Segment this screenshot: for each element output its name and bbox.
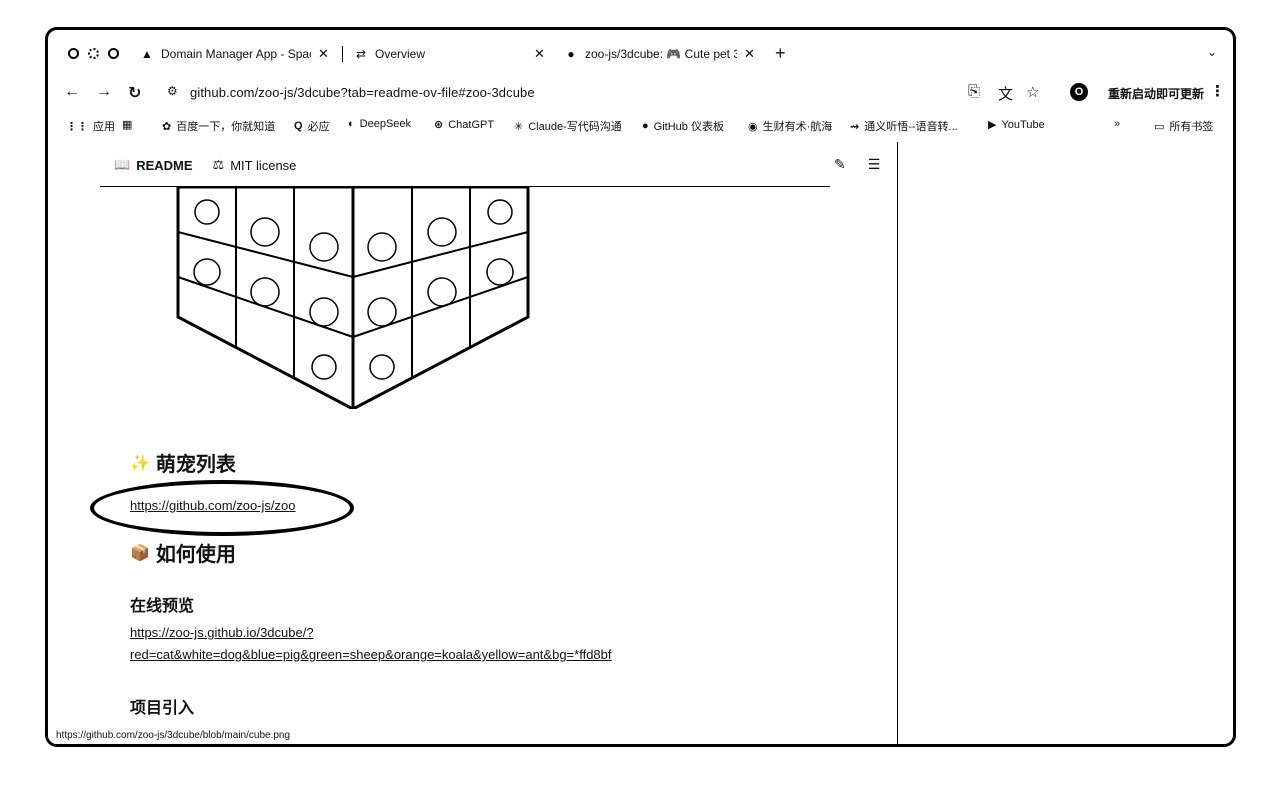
- tab-title: zoo-js/3dcube: 🎮 Cute pet 3: [585, 47, 737, 61]
- forward-button[interactable]: →: [96, 83, 112, 101]
- grid-icon: ▦: [122, 119, 133, 131]
- tab-3dcube[interactable]: ● zoo-js/3dcube: 🎮 Cute pet 3 ✕: [564, 41, 759, 67]
- tingwu-icon: ⇝: [850, 120, 860, 133]
- tab-domain-manager[interactable]: ▲ Domain Manager App - Space ✕: [140, 41, 330, 67]
- cube-illustration[interactable]: [172, 187, 532, 409]
- package-icon: 📦: [130, 544, 150, 562]
- tab-search-chevron-icon[interactable]: ⌄: [1207, 45, 1217, 59]
- minimize-window-button[interactable]: [88, 48, 99, 59]
- tab-strip: ▲ Domain Manager App - Space ✕ ⇄ Overvie…: [48, 30, 1233, 76]
- window-controls: [68, 48, 119, 59]
- github-icon: ●: [642, 120, 649, 132]
- sidebar-divider: [897, 142, 898, 744]
- heading-text: 项目引入: [130, 700, 195, 717]
- bookmark-label: YouTube: [1001, 118, 1045, 131]
- status-bar-url: https://github.com/zoo-js/3dcube/blob/ma…: [48, 728, 299, 744]
- deepseek-icon: ◐: [348, 118, 355, 130]
- chevron-double-right-icon: »: [1114, 118, 1121, 130]
- bookmark-star-icon[interactable]: ☆: [1026, 83, 1039, 101]
- bookmark-bing[interactable]: Q 必应: [294, 118, 330, 134]
- apps-grid-icon: ⋮⋮: [66, 120, 88, 133]
- close-tab-icon[interactable]: ✕: [534, 46, 545, 62]
- github-icon: ●: [567, 47, 575, 61]
- bookmark-youtube[interactable]: ▶ YouTube: [988, 118, 1045, 132]
- how-to-use-heading: 📦 如何使用: [130, 538, 236, 567]
- close-window-button[interactable]: [68, 48, 79, 59]
- bookmarks-overflow-button[interactable]: »: [1114, 118, 1120, 130]
- install-app-icon[interactable]: ⎘: [968, 83, 980, 100]
- address-bar[interactable]: github.com/zoo-js/3dcube?tab=readme-ov-f…: [190, 85, 535, 100]
- page-content: 📖 README ⚖ MIT license ✎ ☰ ✨ 萌宠列表 https:…: [48, 142, 1233, 744]
- bookmark-github[interactable]: ● GitHub 仪表板: [642, 118, 724, 134]
- claude-icon: ✳: [514, 120, 524, 133]
- triangle-icon: ▲: [141, 47, 153, 61]
- bookmark-shengcai[interactable]: ◉ 生财有术·航海: [748, 118, 832, 134]
- tab-label: MIT license: [230, 157, 297, 173]
- tab-readme[interactable]: 📖 README: [114, 157, 193, 173]
- bookmark-label: 通义听悟--语音转...: [864, 121, 958, 133]
- bookmark-deepseek[interactable]: ◐ DeepSeek: [348, 118, 411, 130]
- scale-icon: ⚖: [212, 157, 225, 172]
- sparkle-icon: ✨: [130, 454, 150, 472]
- pets-list-heading: ✨ 萌宠列表: [130, 448, 236, 477]
- tab-label: README: [136, 157, 193, 173]
- project-import-heading: 项目引入: [130, 694, 194, 718]
- bookmark-label: 所有书签: [1169, 121, 1214, 133]
- bookmark-label: 百度一下，你就知道: [176, 121, 276, 133]
- shengcai-icon: ◉: [748, 120, 758, 133]
- bookmark-apps[interactable]: ⋮⋮ 应用: [66, 118, 115, 134]
- profile-avatar[interactable]: O: [1070, 83, 1088, 101]
- bookmarks-bar: ⋮⋮ 应用 ▦ ✿ 百度一下，你就知道 Q 必应 ◐ DeepSeek ⊛ Ch…: [48, 114, 1233, 138]
- menu-kebab-icon[interactable]: ⋮: [1210, 82, 1225, 100]
- heading-text: 在线预览: [130, 598, 195, 615]
- youtube-icon: ▶: [988, 119, 997, 131]
- translate-icon[interactable]: 文: [998, 83, 1013, 104]
- bookmark-claude[interactable]: ✳ Claude-写代码沟通: [514, 118, 622, 134]
- outline-list-icon[interactable]: ☰: [868, 156, 881, 173]
- site-info-icon[interactable]: ⚙: [167, 84, 178, 98]
- zoo-repo-link[interactable]: https://github.com/zoo-js/zoo: [130, 498, 295, 513]
- bing-search-icon: Q: [294, 120, 303, 132]
- bookmark-chatgpt[interactable]: ⊛ ChatGPT: [434, 118, 495, 132]
- bookmark-label: DeepSeek: [359, 118, 412, 130]
- bookmark-tingwu[interactable]: ⇝ 通义听悟--语音转...: [850, 118, 958, 134]
- chatgpt-icon: ⊛: [434, 119, 444, 131]
- bookmark-label: Claude-写代码沟通: [528, 121, 622, 133]
- bookmark-label: GitHub 仪表板: [653, 121, 724, 133]
- tab-title: Overview: [375, 47, 426, 61]
- bookmark-all-bookmarks[interactable]: ▭ 所有书签: [1154, 118, 1213, 134]
- preview-link-line[interactable]: red=cat&white=dog&blue=pig&green=sheep&o…: [130, 644, 730, 666]
- close-tab-icon[interactable]: ✕: [744, 46, 755, 62]
- preview-link[interactable]: https://zoo-js.github.io/3dcube/? red=ca…: [130, 622, 730, 666]
- tab-overview[interactable]: ⇄ Overview ✕: [354, 41, 545, 67]
- zoom-window-button[interactable]: [108, 48, 119, 59]
- edit-pencil-icon[interactable]: ✎: [834, 156, 846, 173]
- heading-text: 如何使用: [155, 544, 236, 566]
- tab-separator: [342, 46, 343, 62]
- bookmark-baidu[interactable]: ✿ 百度一下，你就知道: [162, 118, 275, 134]
- close-tab-icon[interactable]: ✕: [318, 46, 329, 62]
- browser-window: ▲ Domain Manager App - Space ✕ ⇄ Overvie…: [45, 27, 1236, 747]
- tab-title: Domain Manager App - Space: [161, 47, 311, 61]
- baidu-icon: ✿: [162, 120, 172, 133]
- new-tab-button[interactable]: +: [775, 43, 786, 64]
- book-icon: 📖: [114, 157, 131, 172]
- reload-button[interactable]: ↻: [128, 83, 141, 103]
- online-preview-heading: 在线预览: [130, 592, 194, 616]
- bookmark-label: 生财有术·航海: [762, 121, 833, 133]
- update-button[interactable]: 重新启动即可更新: [1108, 85, 1204, 102]
- bookmark-label: 必应: [307, 121, 330, 133]
- arrows-icon: ⇄: [355, 47, 367, 61]
- toolbar: ← → ↻ ⚙ github.com/zoo-js/3dcube?tab=rea…: [48, 76, 1233, 110]
- readme-tabs: 📖 README ⚖ MIT license: [114, 157, 296, 173]
- tab-license[interactable]: ⚖ MIT license: [213, 157, 297, 173]
- bookmark-label: ChatGPT: [448, 118, 495, 131]
- bookmark-grid[interactable]: ▦: [122, 118, 132, 131]
- preview-link-line[interactable]: https://zoo-js.github.io/3dcube/?: [130, 622, 730, 644]
- folder-icon: ▭: [1154, 120, 1165, 133]
- readme-actions: ✎ ☰: [834, 156, 880, 173]
- bookmark-label: 应用: [93, 121, 115, 133]
- heading-text: 萌宠列表: [155, 454, 236, 476]
- back-button[interactable]: ←: [64, 83, 80, 101]
